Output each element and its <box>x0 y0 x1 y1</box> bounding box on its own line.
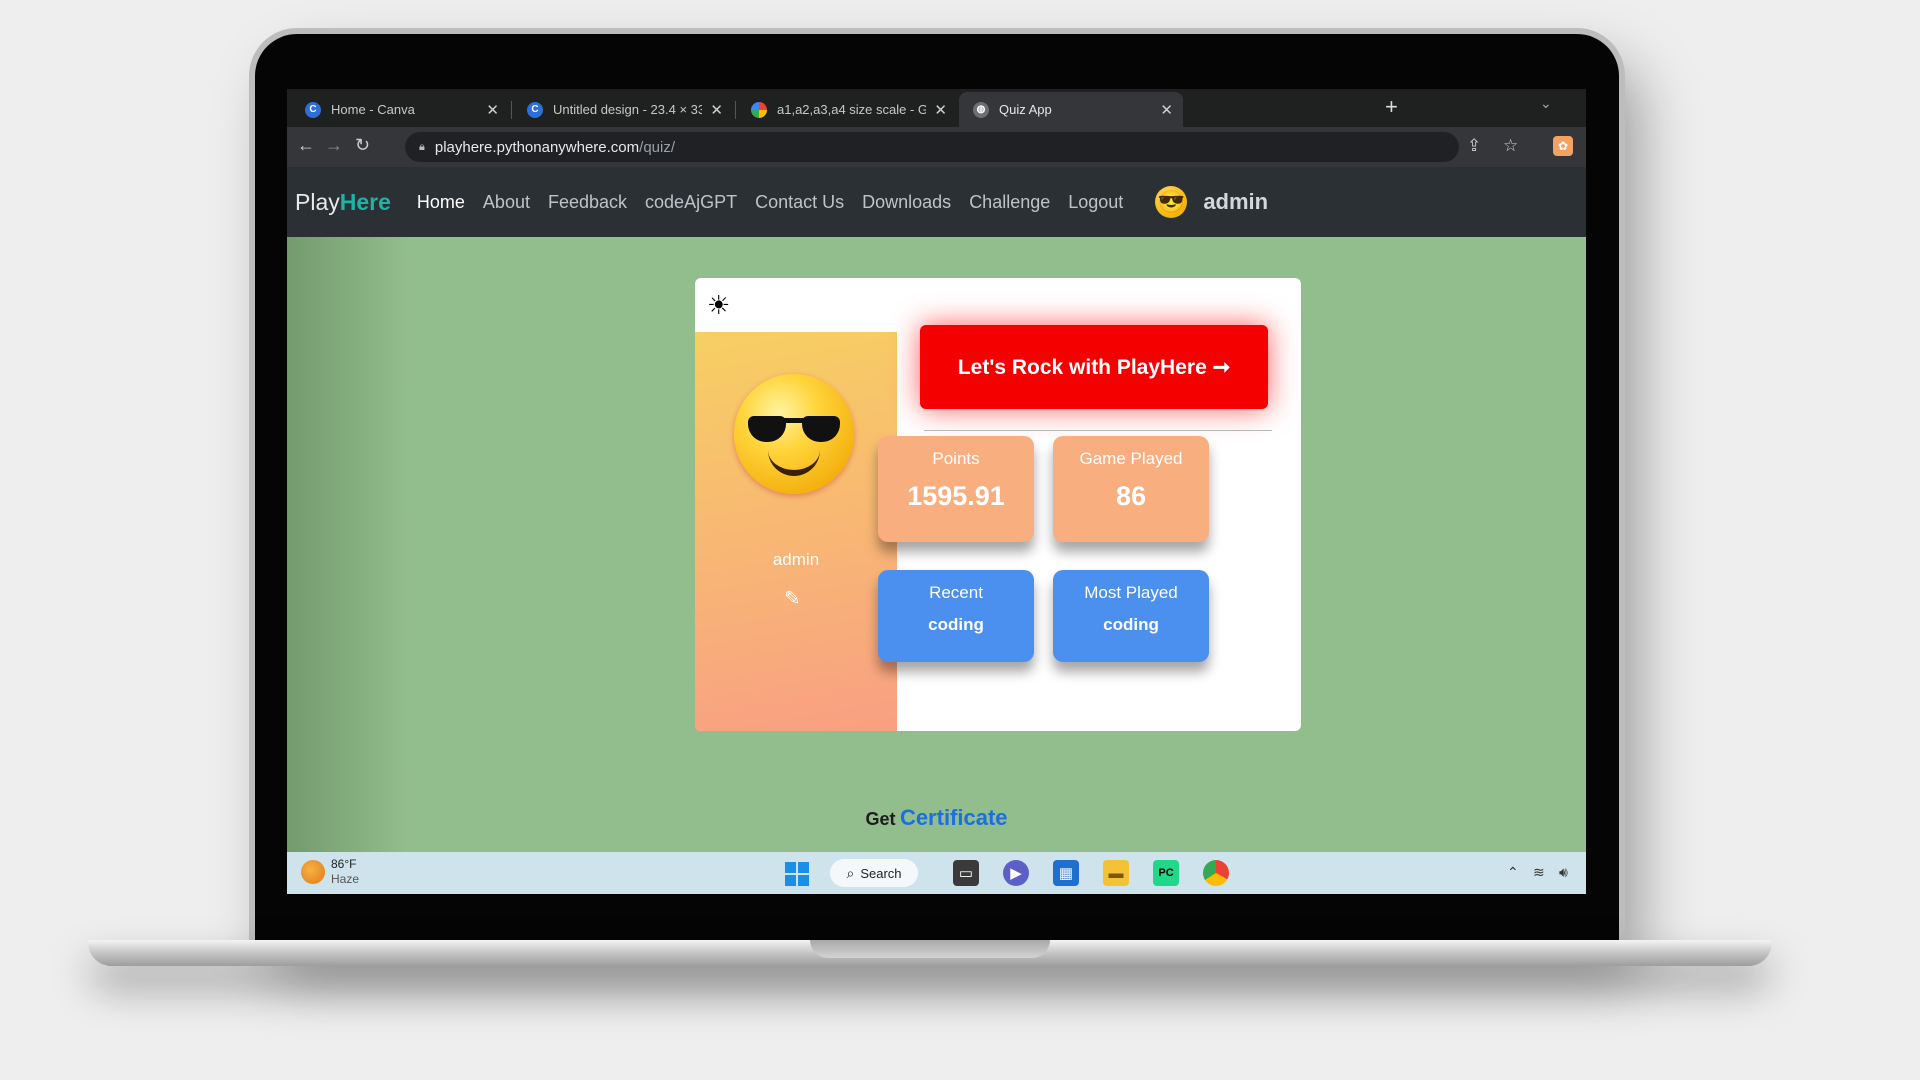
sunglasses-emoji-icon: 😎 <box>1155 186 1188 218</box>
brand-here: Here <box>339 188 391 215</box>
forward-arrow-icon[interactable]: → <box>325 135 343 156</box>
search-label: Search <box>860 865 902 881</box>
certificate-section: Get Certificate <box>287 805 1586 831</box>
dashboard-card: ☀ admin ✎ Let's Rock with PlayHere ➞ Poi… <box>695 278 1301 731</box>
pycharm-icon[interactable]: PC <box>1153 860 1179 886</box>
avatar <box>734 374 854 494</box>
weather-condition: Haze <box>331 872 360 886</box>
taskbar-search[interactable]: ⌕ Search <box>830 859 918 887</box>
address-bar[interactable]: 🔒︎ playhere.pythonanywhere.com/quiz/ <box>405 132 1459 162</box>
nav-logout[interactable]: Logout <box>1068 192 1123 213</box>
chrome-icon[interactable] <box>1203 860 1229 886</box>
nav-feedback[interactable]: Feedback <box>548 192 627 213</box>
weather-temp: 86°F <box>331 857 357 871</box>
most-played-card[interactable]: Most Played coding <box>1053 570 1209 662</box>
close-icon[interactable]: ✕ <box>486 101 499 119</box>
reload-icon[interactable]: ↻ <box>355 135 370 156</box>
sunglasses-icon <box>748 414 840 444</box>
google-icon <box>751 101 767 118</box>
stat-value: 86 <box>1115 481 1147 511</box>
tab-google-search[interactable]: a1,a2,a3,a4 size scale - Google Se ✕ <box>737 92 957 127</box>
laptop-notch <box>810 940 1050 958</box>
tab-title: Home - Canva <box>331 102 415 117</box>
tab-title: a1,a2,a3,a4 size scale - Google Se <box>777 102 927 117</box>
close-icon[interactable]: ✕ <box>710 101 723 119</box>
brand-logo[interactable]: PlayHere <box>295 189 391 216</box>
nav-downloads[interactable]: Downloads <box>862 192 951 213</box>
sun-icon[interactable]: ☀ <box>707 290 730 321</box>
nav-about[interactable]: About <box>483 192 530 213</box>
tab-title: Untitled design - 23.4 × 33.1in <box>553 102 703 117</box>
teams-chat-icon[interactable]: ▶ <box>1003 860 1029 886</box>
url-path: /quiz/ <box>639 138 676 156</box>
profile-panel: admin ✎ <box>695 332 897 731</box>
chevron-down-icon[interactable]: ⌄ <box>1540 95 1552 112</box>
nav-contact-us[interactable]: Contact Us <box>755 192 844 213</box>
browser-tab-strip: C Home - Canva ✕ C Untitled design - 23.… <box>287 89 1586 127</box>
share-icon[interactable]: ⇪ <box>1467 136 1481 156</box>
stat-label: Points <box>932 449 980 468</box>
browser-toolbar: ← → ↻ 🔒︎ playhere.pythonanywhere.com/qui… <box>287 127 1586 167</box>
stat-label: Recent <box>929 583 983 602</box>
tab-separator <box>735 101 736 119</box>
stat-label: Most Played <box>1084 583 1178 602</box>
stat-value: 1595.91 <box>907 481 1005 511</box>
tab-quiz-app[interactable]: ◍ Quiz App ✕ <box>959 92 1183 127</box>
weather-sun-icon <box>301 860 325 884</box>
taskbar: 86°F Haze ⌕ Search ▭ ▶ ▦ ▬ PC ⌃ ≋ 🔊︎ <box>287 852 1586 894</box>
certificate-prefix: Get <box>865 809 896 829</box>
extension-icon[interactable]: ✿ <box>1553 136 1573 156</box>
nav-challenge[interactable]: Challenge <box>969 192 1050 213</box>
file-explorer-icon[interactable]: ▬ <box>1103 860 1129 886</box>
windows-start-icon[interactable] <box>785 862 809 886</box>
tab-separator <box>511 101 512 119</box>
chevron-up-icon[interactable]: ⌃ <box>1507 864 1519 881</box>
points-card: Points 1595.91 <box>878 436 1034 542</box>
smile-icon <box>768 450 820 476</box>
new-tab-plus-icon[interactable]: + <box>1385 94 1398 120</box>
stat-value: coding <box>1103 615 1159 634</box>
canva-icon: C <box>305 101 321 118</box>
edit-icon[interactable]: ✎ <box>784 586 801 611</box>
user-menu[interactable]: 😎 admin <box>1155 186 1268 218</box>
wifi-icon[interactable]: ≋ <box>1533 864 1545 881</box>
canva-icon: C <box>527 101 543 118</box>
certificate-link[interactable]: Certificate <box>900 805 1008 830</box>
user-name: admin <box>1203 189 1269 214</box>
close-icon[interactable]: ✕ <box>934 101 947 119</box>
lock-icon: 🔒︎ <box>419 140 425 153</box>
weather-widget[interactable]: 86°F Haze <box>301 857 359 887</box>
task-view-icon[interactable]: ▭ <box>953 860 979 886</box>
tab-title: Quiz App <box>999 102 1052 117</box>
recent-card[interactable]: Recent coding <box>878 570 1034 662</box>
back-arrow-icon[interactable]: ← <box>297 135 315 156</box>
close-icon[interactable]: ✕ <box>1160 101 1173 119</box>
stat-value: coding <box>928 615 984 634</box>
site-navbar: PlayHere Home About Feedback codeAjGPT C… <box>287 167 1586 237</box>
store-icon[interactable]: ▦ <box>1053 860 1079 886</box>
tab-untitled-design[interactable]: C Untitled design - 23.4 × 33.1in ✕ <box>513 92 733 127</box>
nav-links: Home About Feedback codeAjGPT Contact Us… <box>417 192 1141 213</box>
page-shadow <box>287 237 407 894</box>
divider <box>924 430 1272 431</box>
tab-home-canva[interactable]: C Home - Canva ✕ <box>291 92 509 127</box>
stat-label: Game Played <box>1079 449 1183 468</box>
star-icon[interactable]: ☆ <box>1503 136 1518 156</box>
games-played-card: Game Played 86 <box>1053 436 1209 542</box>
profile-name: admin <box>772 550 820 569</box>
nav-codeajgpt[interactable]: codeAjGPT <box>645 192 737 213</box>
search-icon: ⌕ <box>846 864 855 881</box>
volume-icon[interactable]: 🔊︎ <box>1559 864 1568 881</box>
nav-home[interactable]: Home <box>417 192 465 213</box>
start-quiz-button[interactable]: Let's Rock with PlayHere ➞ <box>920 325 1268 409</box>
url-host: playhere.pythonanywhere.com <box>434 138 640 156</box>
brand-play: Play <box>295 188 340 215</box>
laptop-screen: C Home - Canva ✕ C Untitled design - 23.… <box>287 89 1586 894</box>
globe-icon: ◍ <box>973 101 989 118</box>
